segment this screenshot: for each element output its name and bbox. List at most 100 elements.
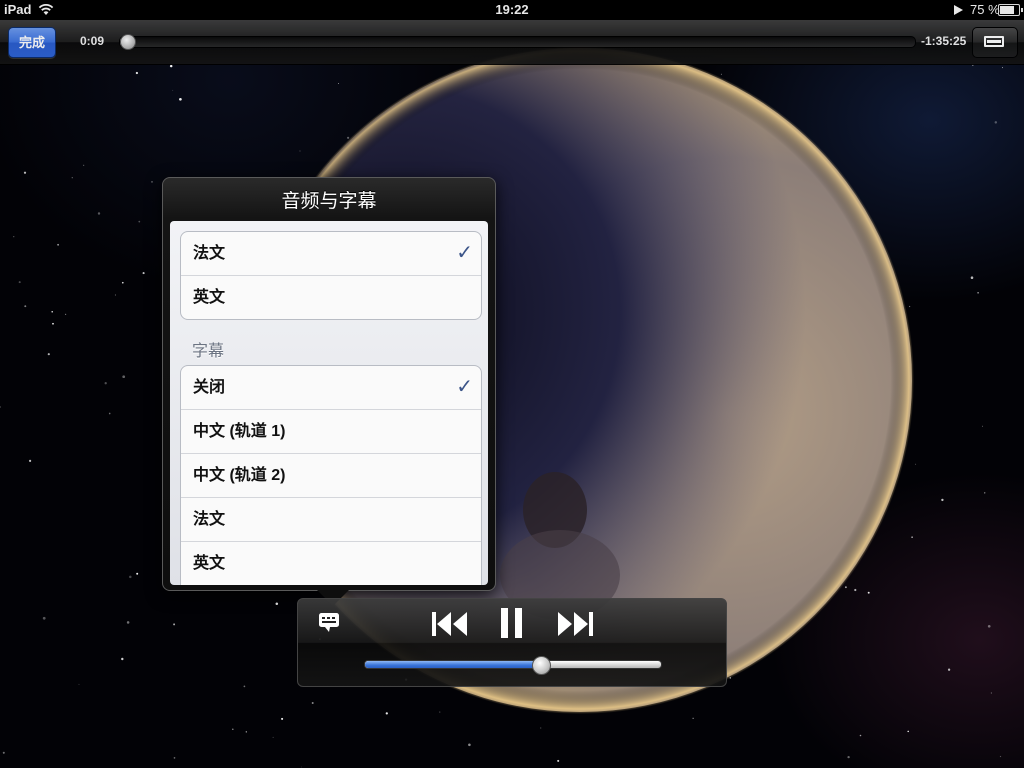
star bbox=[121, 281, 124, 284]
star bbox=[179, 97, 182, 101]
subtitle-track-row-label: 关闭 bbox=[193, 379, 226, 396]
star bbox=[281, 717, 284, 720]
star bbox=[83, 164, 85, 166]
star bbox=[232, 728, 234, 730]
star bbox=[272, 736, 274, 738]
star bbox=[468, 743, 471, 747]
subtitle-track-row-label: 英文 bbox=[193, 555, 226, 572]
star bbox=[982, 425, 983, 427]
star bbox=[129, 575, 132, 579]
star bbox=[990, 692, 993, 694]
star bbox=[18, 281, 21, 284]
star bbox=[28, 459, 32, 463]
star bbox=[71, 177, 73, 179]
star bbox=[987, 624, 991, 628]
star bbox=[42, 616, 46, 620]
star bbox=[52, 322, 54, 325]
popover-title: 音频与字幕 bbox=[281, 191, 377, 212]
star bbox=[867, 591, 870, 594]
star bbox=[57, 243, 59, 246]
playback-controls bbox=[297, 598, 727, 687]
star bbox=[557, 759, 560, 762]
star bbox=[983, 492, 986, 494]
star bbox=[136, 572, 139, 575]
checkmark-icon: ✓ bbox=[456, 376, 473, 398]
star bbox=[941, 498, 944, 502]
elapsed-time: 0:09 bbox=[80, 34, 105, 48]
subtitle-track-list[interactable]: 关闭 ✓ 中文 (轨道 1) 中文 (轨道 2) 法文英文 bbox=[180, 365, 482, 585]
star bbox=[907, 730, 909, 733]
star bbox=[311, 702, 314, 704]
star bbox=[122, 375, 126, 379]
star bbox=[108, 412, 111, 415]
subtitle-track-row[interactable]: 英文 bbox=[181, 542, 481, 585]
star bbox=[64, 313, 67, 316]
star bbox=[299, 150, 301, 152]
subtitle-track-row-label: 中文 (轨道 1) bbox=[193, 423, 286, 440]
checkmark-icon: ✓ bbox=[456, 242, 473, 264]
done-button[interactable]: 完成 bbox=[8, 27, 56, 58]
subtitle-track-row[interactable]: 关闭 ✓ bbox=[181, 366, 481, 410]
star bbox=[859, 734, 862, 737]
battery-icon bbox=[998, 4, 1023, 16]
pause-icon[interactable] bbox=[499, 607, 525, 639]
star bbox=[977, 291, 979, 294]
star bbox=[692, 717, 694, 719]
star bbox=[142, 272, 145, 275]
subtitle-track-row-label: 法文 bbox=[193, 511, 226, 528]
star bbox=[24, 305, 27, 308]
previous-track-icon[interactable] bbox=[431, 611, 469, 637]
star bbox=[173, 623, 176, 626]
subtitle-track-row[interactable]: 中文 (轨道 1) bbox=[181, 410, 481, 454]
aspect-ratio-button[interactable] bbox=[972, 27, 1018, 58]
star bbox=[338, 82, 339, 84]
popover-content: 法文 ✓ 英文 字幕 关闭 ✓ 中文 (轨道 1) 中文 (轨道 2) 法文 英文 bbox=[170, 221, 488, 585]
star bbox=[78, 683, 80, 685]
next-track-icon[interactable] bbox=[556, 611, 594, 637]
audio-track-list: 法文 ✓ 英文 bbox=[180, 231, 482, 320]
volume-slider[interactable] bbox=[364, 656, 662, 675]
battery-percentage: 75 % bbox=[970, 2, 1000, 17]
subtitle-track-row-label: 中文 (轨道 2) bbox=[193, 467, 286, 484]
star bbox=[2, 751, 5, 754]
star bbox=[151, 181, 153, 183]
scrubber-track[interactable] bbox=[119, 34, 916, 50]
star bbox=[135, 71, 139, 75]
star bbox=[243, 685, 246, 688]
scrubber-thumb[interactable] bbox=[120, 34, 137, 50]
star bbox=[173, 757, 176, 759]
star bbox=[947, 668, 951, 671]
star bbox=[47, 353, 50, 356]
subtitle-track-row[interactable]: 法文 bbox=[181, 498, 481, 542]
star bbox=[23, 171, 27, 174]
subtitles-icon[interactable] bbox=[318, 611, 340, 633]
star bbox=[114, 294, 116, 296]
star bbox=[169, 64, 173, 68]
widescreen-icon bbox=[984, 36, 1004, 47]
star bbox=[275, 602, 279, 605]
audio-track-row[interactable]: 法文 ✓ bbox=[181, 232, 481, 276]
star bbox=[847, 755, 850, 759]
star bbox=[854, 588, 857, 592]
star bbox=[999, 755, 1002, 758]
star bbox=[908, 305, 911, 308]
subtitle-track-row[interactable]: 中文 (轨道 2) bbox=[181, 454, 481, 498]
volume-slider-thumb[interactable] bbox=[531, 656, 551, 675]
star bbox=[347, 136, 350, 139]
player-nav-bar: 完成 0:09 -1:35:25 bbox=[0, 20, 1024, 65]
volume-slider-fill bbox=[365, 661, 540, 668]
star bbox=[245, 731, 247, 733]
star bbox=[1002, 67, 1003, 69]
star bbox=[121, 657, 124, 661]
star bbox=[844, 586, 847, 589]
audio-track-row-label: 法文 bbox=[193, 245, 226, 262]
star bbox=[104, 382, 107, 385]
star bbox=[301, 766, 302, 768]
star bbox=[911, 536, 913, 538]
clock: 19:22 bbox=[495, 2, 529, 17]
audio-track-row[interactable]: 英文 bbox=[181, 276, 481, 319]
star bbox=[13, 236, 15, 238]
star bbox=[540, 727, 542, 729]
audio-subtitles-popover: 音频与字幕 法文 ✓ 英文 字幕 关闭 ✓ 中文 (轨道 1) 中文 (轨道 2) 法文 英文 bbox=[162, 177, 496, 606]
star bbox=[172, 89, 174, 91]
